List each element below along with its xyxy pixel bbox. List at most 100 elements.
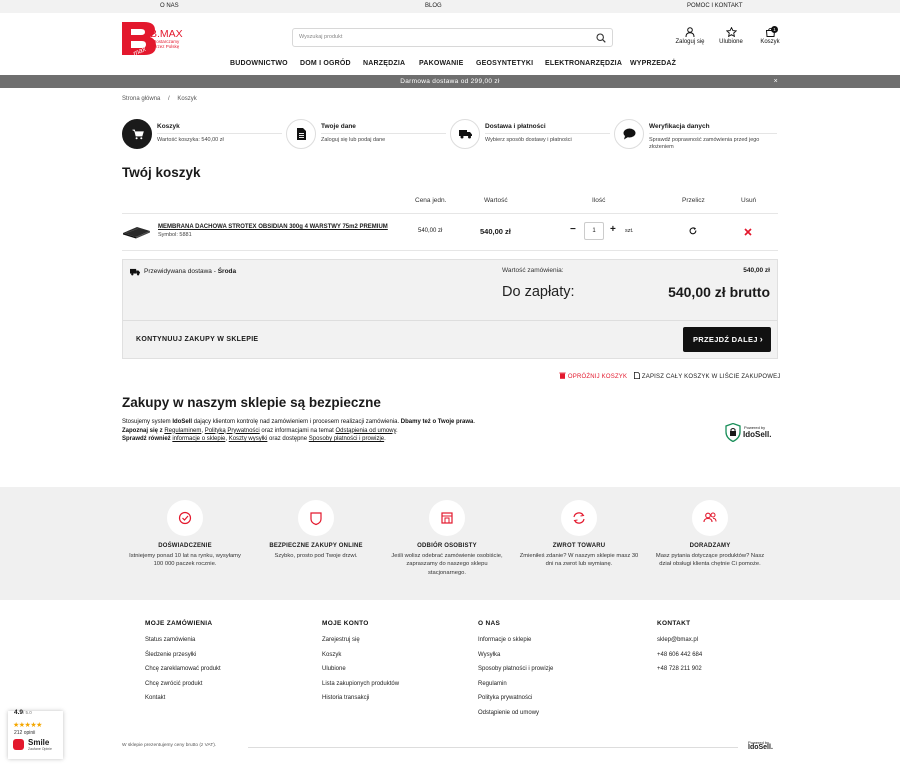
promo-close-icon[interactable]: × [774,75,778,88]
nav-item-pakowanie[interactable]: PAKOWANIE [419,60,463,67]
withdrawal-link[interactable]: Odstąpienia od umowy [335,428,396,434]
nav-item-narzedzia[interactable]: NARZĘDZIA [363,60,405,67]
contact-email-link[interactable]: sklep@bmax.pl [657,637,702,652]
footer-link[interactable]: Chcę zareklamować produkt [145,666,221,681]
rating-stars-icon: ★★★★★ [13,722,42,729]
feature-circle [429,500,465,536]
contact-phone-link[interactable]: +48 728 211 902 [657,666,702,681]
safe-text-1d: Dbamy też o Twoje prawa [400,419,474,425]
save-cart-button[interactable]: ZAPISZ CAŁY KOSZYK W LIŚCIE ZAKUPOWEJ [634,372,781,380]
store-icon [441,512,453,524]
search-icon[interactable] [596,33,606,43]
breadcrumb-home[interactable]: Strona główna [122,96,160,102]
feature-desc: Szybko, prosto pod Twoje drzwi. [274,553,358,559]
continue-shopping-link[interactable]: KONTYNUUJ ZAKUPY W SKLEPIE [136,336,258,343]
promo-bar: Darmowa dostawa od 299,00 zł × [0,75,900,88]
footer-link[interactable]: Chcę zwrócić produkt [145,681,221,696]
feature-circle [298,500,334,536]
idosell-footer-brand: IdoSell. [748,744,773,751]
idosell-footer-logo[interactable]: Powered by IdoSell. [748,740,773,751]
page-title: Twój koszyk [122,165,201,180]
login-button[interactable]: Zaloguj się [674,27,706,45]
topbar-link-blog[interactable]: BLOG [425,3,442,9]
logo-tagline-2: Przez Polskę [153,44,180,49]
feature-title: ODBIÓR OSOBISTY [417,543,477,549]
to-pay-label: Do zapłaty: [502,284,575,300]
topbar-link-help[interactable]: POMOC I KONTAKT [687,3,743,9]
rating-scale: / 5.0 [23,710,32,715]
safe-text-2d: oraz informacjami na temat [259,427,336,434]
footer-link[interactable]: Wysyłka [478,652,553,667]
shipping-cost-link[interactable]: Koszty wysyłki [229,436,268,442]
footer-link[interactable]: Koszyk [322,652,399,667]
step-delivery-line [485,133,610,134]
idosell-badge[interactable]: Powered by IdoSell. [725,422,780,443]
feature-title: DORADZAMY [689,543,731,549]
footer-link[interactable]: Polityka prywatności [478,695,553,710]
remove-icon[interactable] [744,228,752,236]
step-cart-title: Koszyk [157,123,180,130]
feature-pickup: ODBIÓR OSOBISTY Jeśli wolisz odebrać zam… [387,500,507,577]
payment-methods-link[interactable]: Sposoby płatności i prowizje [309,436,384,442]
return-icon [573,512,585,524]
empty-cart-button[interactable]: OPRÓŻNIJ KOSZYK [559,372,627,380]
summary-divider [123,320,777,321]
footer-link[interactable]: Śledzenie przesyłki [145,652,221,667]
shield-icon [725,422,741,443]
logo[interactable]: max B.MAX Dostarczamy Przez Polskę [122,22,197,58]
step-verify-desc: Sprawdź poprawność zamówienia przed jego… [649,137,760,150]
product-symbol: Symbol: 5881 [158,232,192,238]
safe-text-1c: dający klientom kontrolę nad zamówieniem… [192,419,401,425]
qty-minus-button[interactable]: − [570,224,576,235]
qty-unit: szt. [625,228,634,234]
product-name-link[interactable]: MEMBRANA DACHOWA STROTEX OBSIDIAN 300g 4… [158,224,388,230]
topbar-link-about[interactable]: O NAS [160,3,179,9]
rating-badge[interactable]: 4.9/ 5.0 ★★★★★ 212 opinii Smile Zaufane … [8,709,63,759]
document-icon [297,128,306,140]
footer-link[interactable]: Historia transakcji [322,695,399,710]
footer-link[interactable]: Status zamówienia [145,637,221,652]
product-thumbnail[interactable] [122,224,151,240]
footer-link[interactable]: Kontakt [145,695,221,710]
footer-link[interactable]: Lista zakupionych produktów [322,681,399,696]
qty-input[interactable]: 1 [584,222,604,240]
nav-item-geosyntetyki[interactable]: GEOSYNTETYKI [476,60,533,67]
refresh-icon[interactable] [689,227,697,235]
col-remove: Usuń [741,197,757,204]
nav-item-wyprzedaz[interactable]: WYPRZEDAŻ [630,60,676,67]
qty-plus-button[interactable]: + [610,224,616,235]
feature-title: BEZPIECZNE ZAKUPY ONLINE [269,543,363,549]
nav-item-dom-ogrod[interactable]: DOM I OGRÓD [300,60,351,67]
smile-brand-sub: Zaufane Opinie [28,747,52,751]
search-placeholder: Wyszukaj produkt [299,34,343,40]
terms-link[interactable]: Regulaminem [164,428,201,434]
cart-count-badge: 1 [771,26,778,33]
contact-phone-link[interactable]: +48 606 442 684 [657,652,702,667]
footer-link[interactable]: Odstąpienie od umowy [478,710,553,725]
step-cart-desc: Wartość koszyka: 540,00 zł [157,137,224,143]
store-info-link[interactable]: informacje o sklepie [172,436,225,442]
privacy-link[interactable]: Polityką Prywatności [205,428,260,434]
cart-button[interactable]: Koszyk 1 [758,26,782,45]
step-verify-line [649,133,777,134]
login-label: Zaloguj się [675,39,705,45]
footer-link[interactable]: Ulubione [322,666,399,681]
safe-text-2a: Zapoznaj się z [122,427,165,434]
footer-link[interactable]: Informacje o sklepie [478,637,553,652]
feature-desc: Istniejemy ponad 10 lat na rynku, wysyła… [129,553,241,568]
search-input[interactable]: Wyszukaj produkt [292,28,613,47]
check-circle-icon [178,511,192,525]
step-data-circle [286,119,316,149]
footer-link[interactable]: Zarejestruj się [322,637,399,652]
step-verify-circle [614,119,644,149]
breadcrumb: Strona główna / Koszyk [122,96,197,102]
favorites-label: Ulubione [719,39,743,45]
proceed-button[interactable]: PRZEJDŹ DALEJ › [683,327,771,352]
favorites-button[interactable]: Ulubione [716,26,746,45]
footer-link[interactable]: Regulamin [478,681,553,696]
nav-item-elektronarzedzia[interactable]: ELEKTRONARZĘDZIA [545,60,622,67]
nav-item-budownictwo[interactable]: BUDOWNICTWO [230,60,288,67]
footer-link[interactable]: Sposoby płatności i prowizje [478,666,553,681]
rating-score: 4.9/ 5.0 [14,709,32,716]
breadcrumb-current: Koszyk [177,96,197,102]
